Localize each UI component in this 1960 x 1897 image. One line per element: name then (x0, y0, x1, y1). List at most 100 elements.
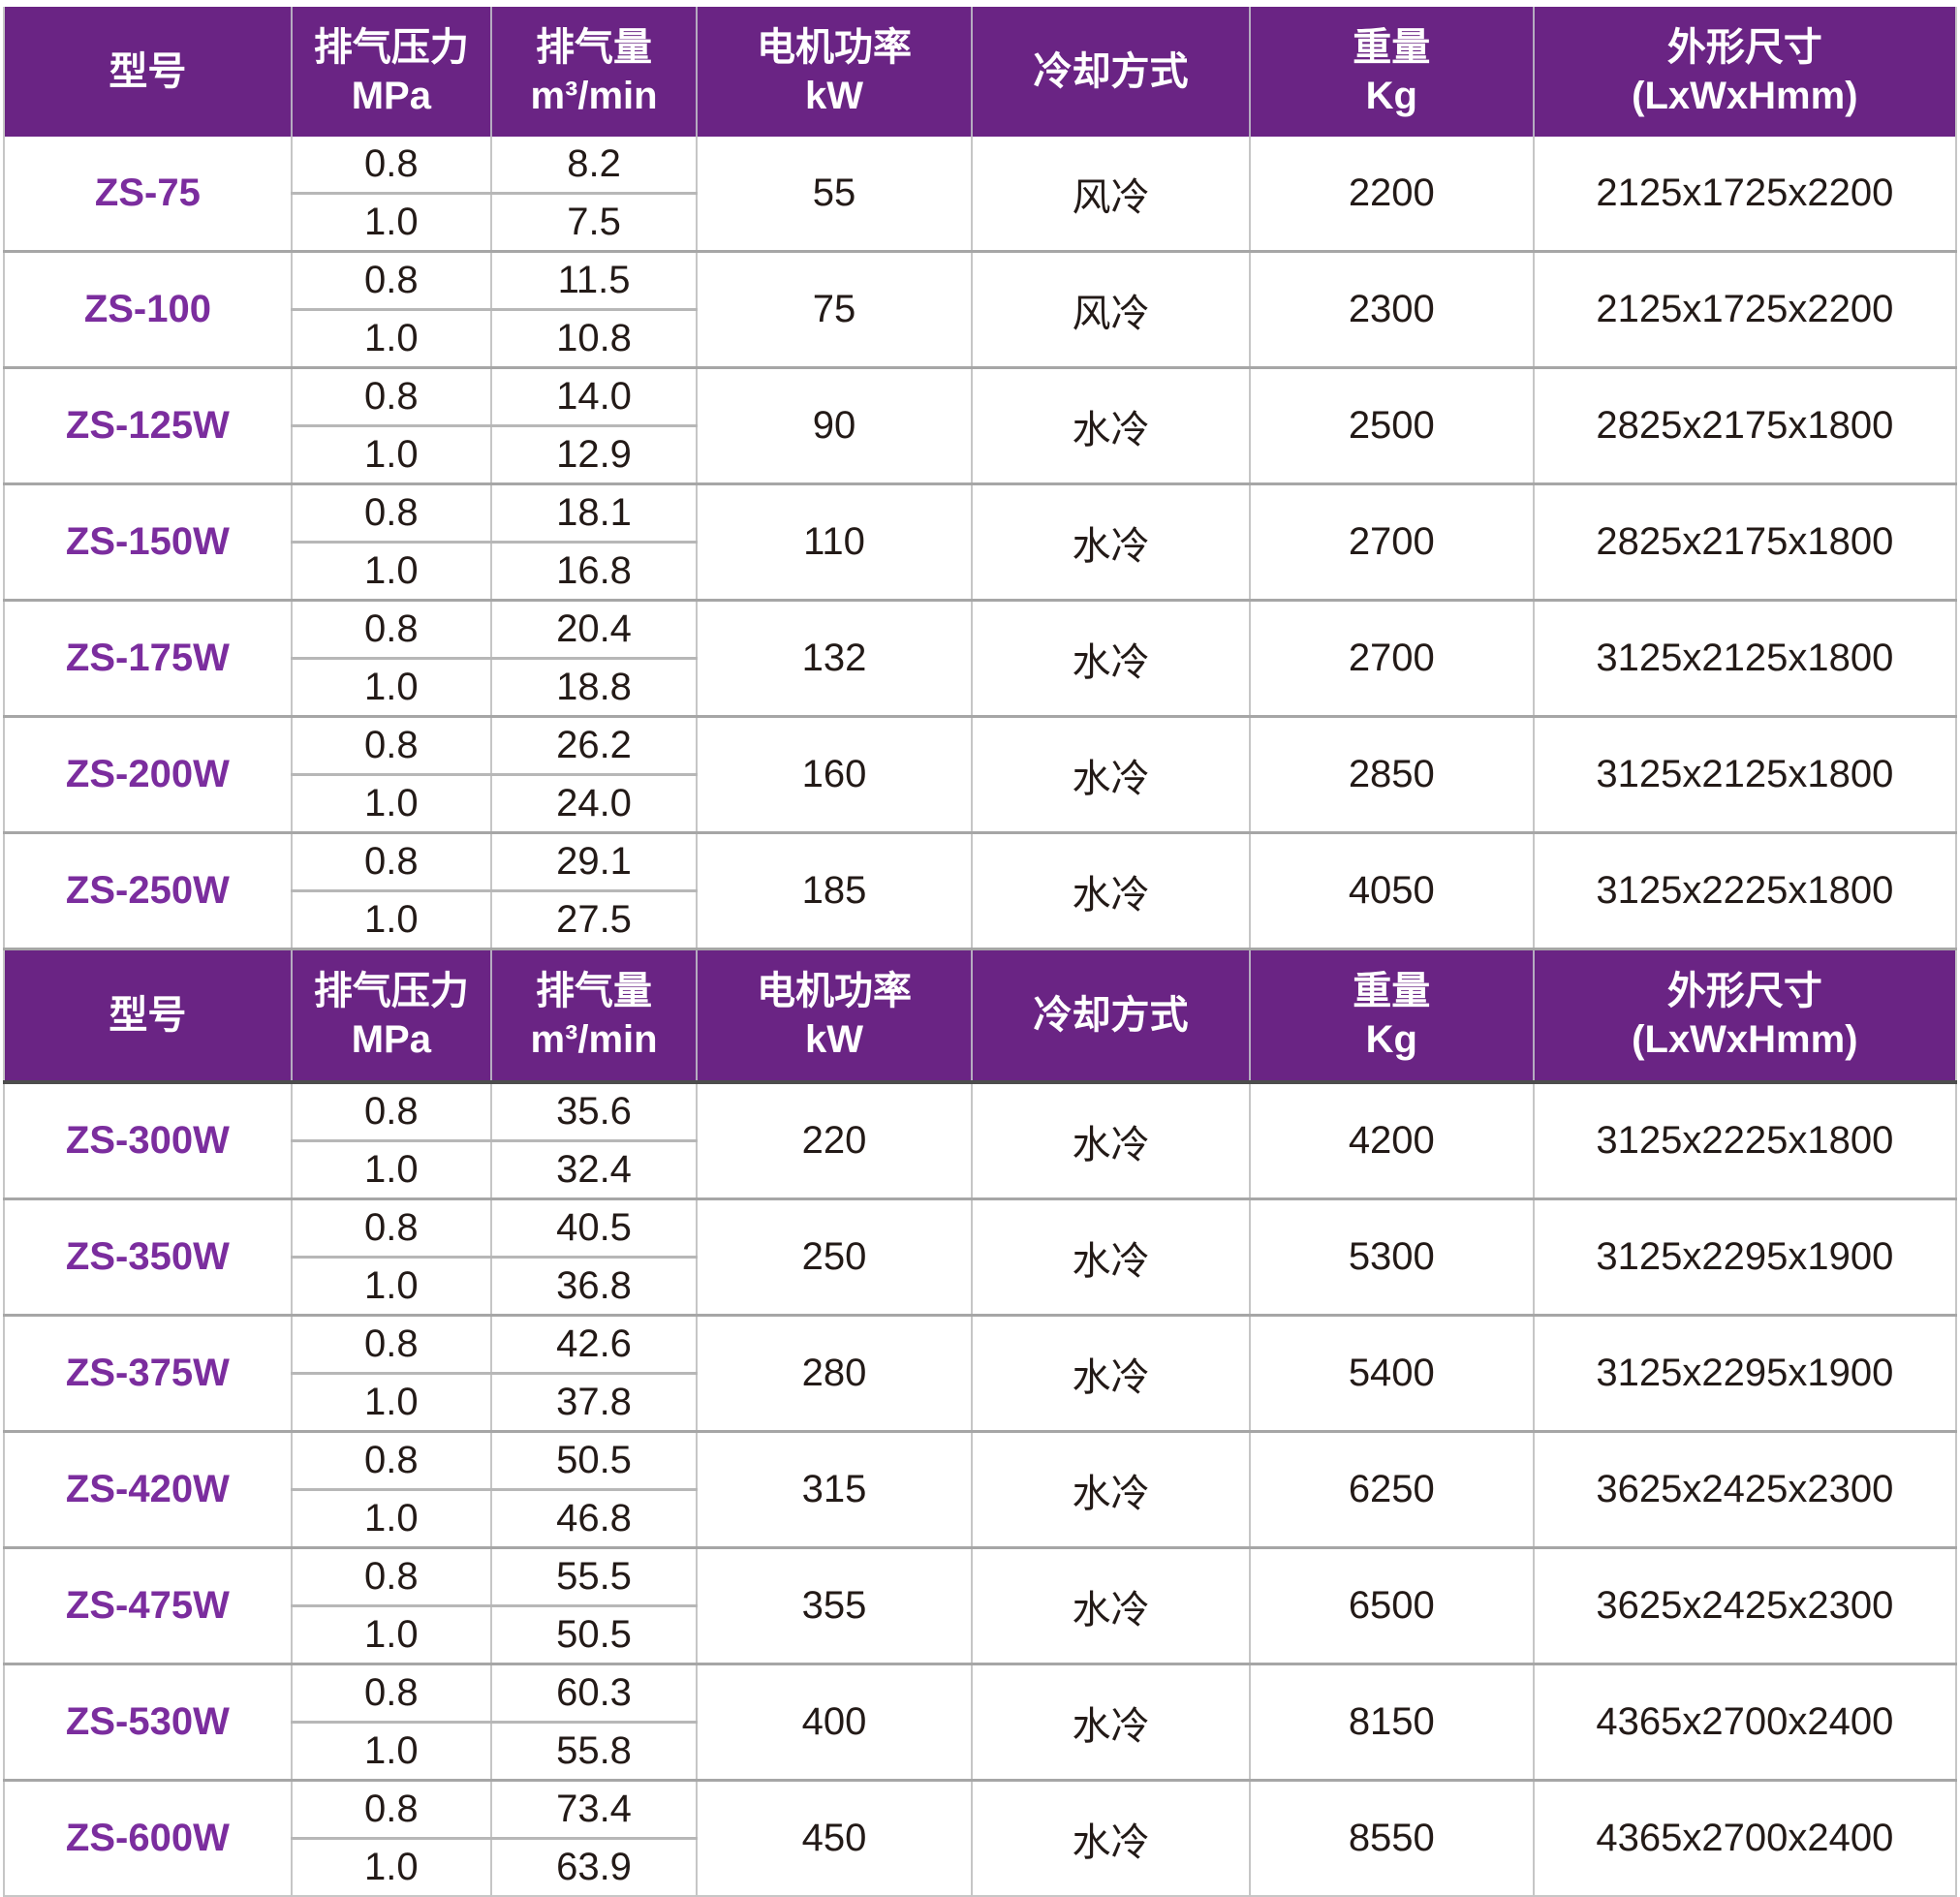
header-title: 外形尺寸 (1535, 967, 1955, 1015)
model-cell: ZS-420W (4, 1432, 292, 1548)
pressure-cell: 0.8 (292, 1432, 491, 1490)
flow-cell: 14.0 (491, 368, 697, 426)
table-header-row: 型号 排气压力MPa 排气量m³/min 电机功率kW 冷却方式 重量Kg 外形… (4, 949, 1956, 1083)
weight-cell: 4050 (1250, 833, 1534, 949)
model-cell: ZS-475W (4, 1548, 292, 1664)
cooling-cell: 水冷 (972, 833, 1250, 949)
header-title: 型号 (5, 991, 291, 1040)
cooling-cell: 水冷 (972, 1548, 1250, 1664)
pressure-cell: 1.0 (292, 1141, 491, 1199)
cooling-cell: 水冷 (972, 1781, 1250, 1897)
pressure-cell: 0.8 (292, 484, 491, 543)
col-header-pressure: 排气压力MPa (292, 949, 491, 1083)
header-unit: MPa (293, 1015, 490, 1064)
cooling-cell: 水冷 (972, 1199, 1250, 1316)
spec-row: ZS-530W 0.8 60.3 400 水冷 8150 4365x2700x2… (4, 1664, 1956, 1723)
power-cell: 355 (697, 1548, 972, 1664)
cooling-cell: 风冷 (972, 252, 1250, 368)
col-header-power: 电机功率kW (697, 949, 972, 1083)
flow-cell: 18.1 (491, 484, 697, 543)
header-unit: (LxWxHmm) (1535, 1015, 1955, 1064)
col-header-flow: 排气量m³/min (491, 949, 697, 1083)
weight-cell: 2300 (1250, 252, 1534, 368)
weight-cell: 2200 (1250, 137, 1534, 252)
spec-row: ZS-100 0.8 11.5 75 风冷 2300 2125x1725x220… (4, 252, 1956, 310)
spec-row: ZS-175W 0.8 20.4 132 水冷 2700 3125x2125x1… (4, 601, 1956, 659)
dimensions-cell: 3125x2125x1800 (1534, 717, 1956, 833)
pressure-cell: 0.8 (292, 601, 491, 659)
weight-cell: 2700 (1250, 484, 1534, 601)
header-title: 排气压力 (293, 967, 490, 1015)
col-header-cooling: 冷却方式 (972, 7, 1250, 137)
pressure-cell: 0.8 (292, 1548, 491, 1606)
power-cell: 75 (697, 252, 972, 368)
header-title: 重量 (1251, 967, 1533, 1015)
flow-cell: 36.8 (491, 1258, 697, 1316)
model-cell: ZS-530W (4, 1664, 292, 1781)
power-cell: 400 (697, 1664, 972, 1781)
header-title: 电机功率 (698, 967, 971, 1015)
weight-cell: 8550 (1250, 1781, 1534, 1897)
flow-cell: 10.8 (491, 310, 697, 368)
pressure-cell: 0.8 (292, 833, 491, 891)
flow-cell: 18.8 (491, 659, 697, 717)
pressure-cell: 1.0 (292, 1374, 491, 1432)
pressure-cell: 1.0 (292, 1258, 491, 1316)
cooling-cell: 水冷 (972, 1316, 1250, 1432)
dimensions-cell: 4365x2700x2400 (1534, 1664, 1956, 1781)
model-cell: ZS-125W (4, 368, 292, 484)
spec-row: ZS-250W 0.8 29.1 185 水冷 4050 3125x2225x1… (4, 833, 1956, 891)
header-unit: m³/min (492, 72, 696, 120)
model-cell: ZS-175W (4, 601, 292, 717)
table-header-row: 型号 排气压力MPa 排气量m³/min 电机功率kW 冷却方式 重量Kg 外形… (4, 7, 1956, 137)
spec-table: 型号 排气压力MPa 排气量m³/min 电机功率kW 冷却方式 重量Kg 外形… (3, 7, 1957, 1897)
cooling-cell: 风冷 (972, 137, 1250, 252)
pressure-cell: 1.0 (292, 1839, 491, 1897)
flow-cell: 55.5 (491, 1548, 697, 1606)
spec-row: ZS-75 0.8 8.2 55 风冷 2200 2125x1725x2200 (4, 137, 1956, 194)
flow-cell: 55.8 (491, 1723, 697, 1781)
model-cell: ZS-375W (4, 1316, 292, 1432)
spec-row: ZS-200W 0.8 26.2 160 水冷 2850 3125x2125x1… (4, 717, 1956, 775)
col-header-dimensions: 外形尺寸(LxWxHmm) (1534, 7, 1956, 137)
col-header-cooling: 冷却方式 (972, 949, 1250, 1083)
spec-row: ZS-125W 0.8 14.0 90 水冷 2500 2825x2175x18… (4, 368, 1956, 426)
flow-cell: 35.6 (491, 1082, 697, 1141)
cooling-cell: 水冷 (972, 368, 1250, 484)
col-header-model: 型号 (4, 7, 292, 137)
weight-cell: 2500 (1250, 368, 1534, 484)
flow-cell: 60.3 (491, 1664, 697, 1723)
header-title: 重量 (1251, 23, 1533, 72)
col-header-pressure: 排气压力MPa (292, 7, 491, 137)
flow-cell: 16.8 (491, 543, 697, 601)
pressure-cell: 1.0 (292, 194, 491, 252)
col-header-flow: 排气量m³/min (491, 7, 697, 137)
pressure-cell: 0.8 (292, 1781, 491, 1839)
header-title: 排气压力 (293, 23, 490, 72)
weight-cell: 8150 (1250, 1664, 1534, 1781)
flow-cell: 11.5 (491, 252, 697, 310)
header-title: 冷却方式 (973, 991, 1249, 1040)
header-unit: Kg (1251, 72, 1533, 120)
weight-cell: 6500 (1250, 1548, 1534, 1664)
flow-cell: 50.5 (491, 1606, 697, 1664)
col-header-dimensions: 外形尺寸(LxWxHmm) (1534, 949, 1956, 1083)
weight-cell: 5400 (1250, 1316, 1534, 1432)
weight-cell: 5300 (1250, 1199, 1534, 1316)
flow-cell: 32.4 (491, 1141, 697, 1199)
model-cell: ZS-75 (4, 137, 292, 252)
model-cell: ZS-100 (4, 252, 292, 368)
spec-row: ZS-300W 0.8 35.6 220 水冷 4200 3125x2225x1… (4, 1082, 1956, 1141)
pressure-cell: 0.8 (292, 1664, 491, 1723)
cooling-cell: 水冷 (972, 1664, 1250, 1781)
flow-cell: 63.9 (491, 1839, 697, 1897)
flow-cell: 42.6 (491, 1316, 697, 1374)
header-title: 型号 (5, 47, 291, 96)
flow-cell: 50.5 (491, 1432, 697, 1490)
dimensions-cell: 3125x2225x1800 (1534, 1082, 1956, 1199)
flow-cell: 20.4 (491, 601, 697, 659)
power-cell: 90 (697, 368, 972, 484)
flow-cell: 8.2 (491, 137, 697, 194)
flow-cell: 40.5 (491, 1199, 697, 1258)
dimensions-cell: 3625x2425x2300 (1534, 1548, 1956, 1664)
